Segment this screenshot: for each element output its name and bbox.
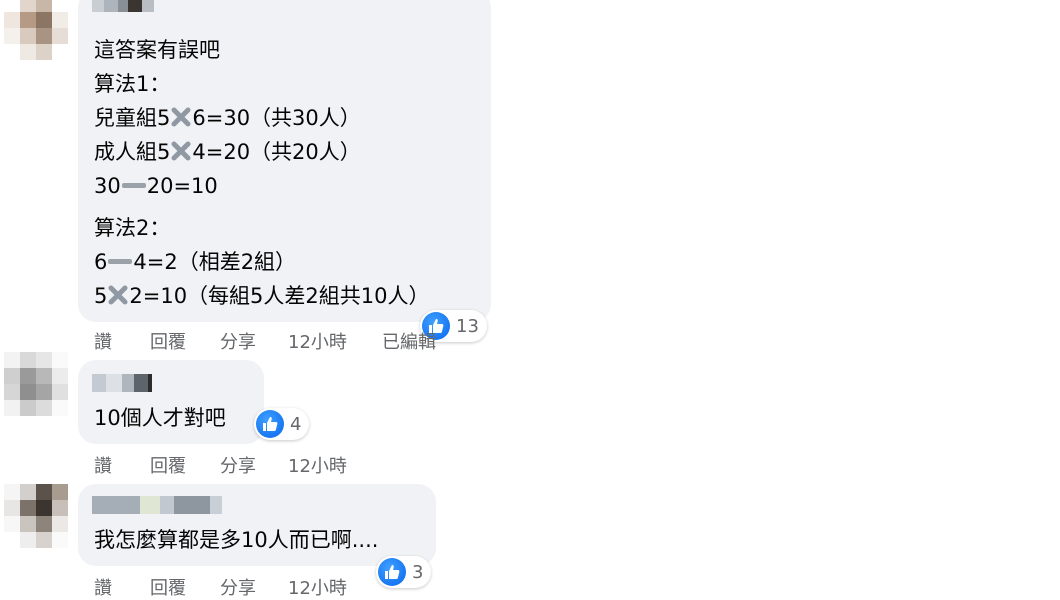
- avatar[interactable]: [4, 0, 68, 60]
- comment-text-line: 成人組5 4=20（共20人）: [94, 140, 361, 164]
- author-name-redacted[interactable]: [92, 0, 154, 12]
- comment-text-line: 我怎麼算都是多10人而已啊....: [94, 528, 379, 552]
- like-button[interactable]: 讚: [94, 328, 150, 354]
- reply-button[interactable]: 回覆: [150, 452, 220, 478]
- comment-text-line: 5 2=10（每組5人差2組共10人）: [94, 284, 430, 308]
- reply-button[interactable]: 回覆: [150, 574, 220, 600]
- multiply-icon: [108, 285, 128, 305]
- reaction-count: 13: [456, 315, 479, 337]
- comment-text-line: 算法1：: [94, 72, 171, 96]
- comment-bubble: 10個人才對吧: [78, 360, 264, 444]
- comment-text-line: 這答案有誤吧: [94, 38, 220, 62]
- share-button[interactable]: 分享: [220, 452, 288, 478]
- share-button[interactable]: 分享: [220, 574, 288, 600]
- comment-bubble: 這答案有誤吧 算法1： 兒童組5 6=30（共30人） 成人組5 4=20（共20人…: [78, 0, 491, 322]
- reaction-count: 4: [290, 413, 302, 435]
- comment-text-line: 30 20=10: [94, 174, 218, 198]
- avatar[interactable]: [4, 352, 68, 416]
- reaction-count: 3: [412, 561, 424, 583]
- comment-actions: 讚 回覆 分享 12小時 已編輯: [94, 328, 452, 354]
- timestamp-link[interactable]: 12小時: [288, 452, 382, 478]
- author-name-redacted[interactable]: [92, 374, 152, 392]
- timestamp-link[interactable]: 12小時: [288, 574, 382, 600]
- comment-actions: 讚 回覆 分享 12小時: [94, 574, 382, 600]
- comment-text-line: 6 4=2（相差2組）: [94, 250, 297, 274]
- comment-actions: 讚 回覆 分享 12小時: [94, 452, 382, 478]
- edited-label[interactable]: 已編輯: [382, 328, 452, 354]
- like-button[interactable]: 讚: [94, 574, 150, 600]
- share-button[interactable]: 分享: [220, 328, 288, 354]
- multiply-icon: [171, 141, 191, 161]
- reaction-badge[interactable]: 4: [254, 408, 310, 440]
- reply-button[interactable]: 回覆: [150, 328, 220, 354]
- comment-bubble: 我怎麼算都是多10人而已啊....: [78, 484, 436, 566]
- comment-text-line: 算法2：: [94, 216, 171, 240]
- comment-text-line: 10個人才對吧: [94, 406, 226, 430]
- like-icon: [256, 410, 284, 438]
- timestamp-link[interactable]: 12小時: [288, 328, 382, 354]
- like-icon: [378, 558, 406, 586]
- comment-text-line: 兒童組5 6=30（共30人）: [94, 106, 361, 130]
- author-name-redacted[interactable]: [92, 496, 222, 514]
- avatar[interactable]: [4, 484, 68, 548]
- minus-icon: [121, 183, 146, 188]
- like-button[interactable]: 讚: [94, 452, 150, 478]
- reaction-badge[interactable]: 3: [376, 556, 432, 588]
- minus-icon: [108, 259, 133, 264]
- multiply-icon: [171, 107, 191, 127]
